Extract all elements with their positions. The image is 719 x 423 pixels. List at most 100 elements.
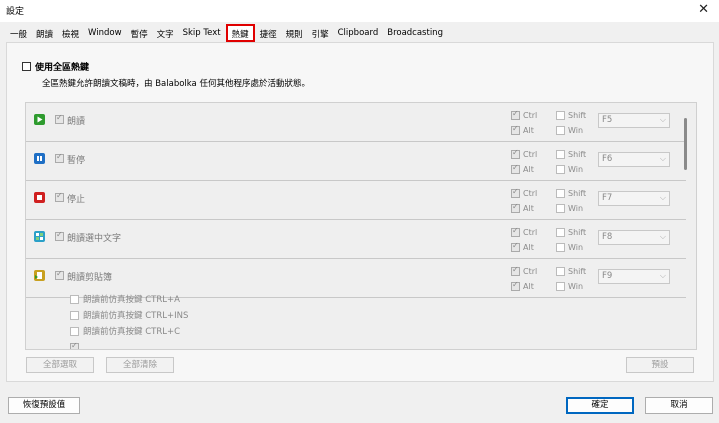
- ctrl-checkbox[interactable]: [511, 187, 520, 198]
- ctrl-modifier[interactable]: Ctrl: [511, 148, 537, 159]
- ctrl-checkbox[interactable]: [511, 109, 520, 120]
- hotkey-key-value: F9: [602, 271, 613, 281]
- default-key-button[interactable]: 預設: [626, 357, 694, 373]
- alt-checkbox[interactable]: [511, 202, 520, 213]
- clipboard-option-label: 朗讀前仿真按鍵 CTRL+A: [83, 295, 180, 305]
- ctrl-checkbox[interactable]: [511, 148, 520, 159]
- win-checkbox[interactable]: [556, 126, 565, 135]
- shift-modifier[interactable]: Shift: [556, 228, 586, 237]
- alt-checkbox[interactable]: [511, 124, 520, 135]
- ok-button[interactable]: 確定: [566, 397, 634, 414]
- clipboard-option-checkbox[interactable]: [70, 326, 79, 336]
- tab-2[interactable]: 檢視: [58, 25, 83, 42]
- title-bar: 設定 ✕: [0, 0, 719, 22]
- alt-modifier[interactable]: Alt: [511, 241, 534, 252]
- list-scrollbar-thumb[interactable]: [684, 118, 687, 170]
- hotkey-label: 停止: [67, 195, 86, 205]
- tab-10[interactable]: 引擎: [308, 25, 333, 42]
- hotkey-label: 朗讀: [67, 117, 86, 127]
- stop-icon: [34, 192, 45, 203]
- clipboard-option[interactable]: 朗讀前仿真按鍵 CTRL+A: [70, 293, 180, 305]
- hotkey-list: 朗讀 Ctrl Shift Alt Win F5 ⌵ 暫停 Ctrl Shift Alt Win F6 ⌵…: [25, 102, 697, 350]
- clipboard-option[interactable]: 朗讀前仿真按鍵 CTRL+INS: [70, 309, 188, 321]
- shift-modifier[interactable]: Shift: [556, 111, 586, 120]
- hotkey-enable-checkbox[interactable]: [55, 113, 64, 124]
- clipboard-option-checkbox[interactable]: [70, 341, 79, 349]
- tab-8[interactable]: 捷徑: [256, 25, 281, 42]
- global-hotkeys-label: 使用全區熱鍵: [35, 63, 90, 73]
- hotkey-row: 朗讀選中文字 Ctrl Shift Alt Win F8 ⌵: [26, 220, 686, 259]
- alt-label: Alt: [523, 165, 534, 174]
- tab-5[interactable]: 文字: [153, 25, 178, 42]
- shift-checkbox[interactable]: [556, 267, 565, 276]
- tab-1[interactable]: 朗讀: [32, 25, 57, 42]
- alt-modifier[interactable]: Alt: [511, 163, 534, 174]
- ctrl-checkbox[interactable]: [511, 265, 520, 276]
- hotkey-enable-checkbox[interactable]: [55, 269, 64, 280]
- ctrl-modifier[interactable]: Ctrl: [511, 109, 537, 120]
- alt-checkbox[interactable]: [511, 163, 520, 174]
- clipboard-option-checkbox[interactable]: [70, 294, 79, 304]
- tab-3[interactable]: Window: [84, 25, 126, 42]
- hotkey-key-value: F8: [602, 232, 613, 242]
- ctrl-modifier[interactable]: Ctrl: [511, 226, 537, 237]
- alt-checkbox[interactable]: [511, 280, 520, 291]
- chevron-down-icon: ⌵: [659, 193, 666, 202]
- clipboard-option-checkbox[interactable]: [70, 310, 79, 320]
- global-hotkeys-checkbox[interactable]: 使用全區熱鍵: [22, 60, 89, 73]
- close-icon[interactable]: ✕: [698, 2, 709, 17]
- read-selection-icon: [34, 231, 45, 242]
- win-modifier[interactable]: Win: [556, 126, 583, 135]
- tab-12[interactable]: Broadcasting: [383, 25, 447, 42]
- shift-checkbox[interactable]: [556, 228, 565, 237]
- shift-modifier[interactable]: Shift: [556, 267, 586, 276]
- clipboard-option-partial[interactable]: [70, 341, 79, 349]
- shift-modifier[interactable]: Shift: [556, 189, 586, 198]
- hotkey-enable-checkbox[interactable]: [55, 152, 64, 163]
- hotkey-key-select[interactable]: F6 ⌵: [598, 152, 670, 167]
- tab-9[interactable]: 規則: [282, 25, 307, 42]
- reset-defaults-button[interactable]: 恢復預設值: [8, 397, 80, 414]
- alt-modifier[interactable]: Alt: [511, 124, 534, 135]
- tab-11[interactable]: Clipboard: [334, 25, 383, 42]
- win-checkbox[interactable]: [556, 243, 565, 252]
- win-modifier[interactable]: Win: [556, 282, 583, 291]
- alt-modifier[interactable]: Alt: [511, 202, 534, 213]
- shift-modifier[interactable]: Shift: [556, 150, 586, 159]
- win-checkbox[interactable]: [556, 282, 565, 291]
- win-modifier[interactable]: Win: [556, 165, 583, 174]
- win-modifier[interactable]: Win: [556, 243, 583, 252]
- ctrl-modifier[interactable]: Ctrl: [511, 187, 537, 198]
- win-modifier[interactable]: Win: [556, 204, 583, 213]
- hotkey-key-select[interactable]: F5 ⌵: [598, 113, 670, 128]
- hotkey-enable-checkbox[interactable]: [55, 230, 64, 241]
- shift-checkbox[interactable]: [556, 111, 565, 120]
- clear-all-button[interactable]: 全部清除: [106, 357, 174, 373]
- hotkey-key-select[interactable]: F7 ⌵: [598, 191, 670, 206]
- tab-7[interactable]: 熱鍵: [225, 24, 255, 42]
- alt-checkbox[interactable]: [511, 241, 520, 252]
- ctrl-checkbox[interactable]: [511, 226, 520, 237]
- tab-0[interactable]: 一般: [6, 25, 31, 42]
- clipboard-option[interactable]: 朗讀前仿真按鍵 CTRL+C: [70, 325, 180, 337]
- cancel-button[interactable]: 取消: [645, 397, 713, 414]
- global-hotkeys-box[interactable]: [22, 62, 31, 71]
- hotkey-key-select[interactable]: F9 ⌵: [598, 269, 670, 284]
- hotkey-key-value: F5: [602, 115, 613, 125]
- win-label: Win: [568, 243, 584, 252]
- chevron-down-icon: ⌵: [659, 232, 666, 241]
- alt-modifier[interactable]: Alt: [511, 280, 534, 291]
- ctrl-modifier[interactable]: Ctrl: [511, 265, 537, 276]
- win-checkbox[interactable]: [556, 204, 565, 213]
- shift-checkbox[interactable]: [556, 189, 565, 198]
- shift-label: Shift: [568, 111, 587, 120]
- tab-4[interactable]: 暫停: [127, 25, 152, 42]
- shift-checkbox[interactable]: [556, 150, 565, 159]
- global-hotkeys-description: 全區熱鍵允許朗讀文稿時，由 Balabolka 任何其他程序處於活動狀態。: [42, 79, 310, 89]
- select-all-button[interactable]: 全部選取: [26, 357, 94, 373]
- hotkey-key-select[interactable]: F8 ⌵: [598, 230, 670, 245]
- tab-6[interactable]: Skip Text: [179, 25, 225, 42]
- win-checkbox[interactable]: [556, 165, 565, 174]
- chevron-down-icon: ⌵: [659, 154, 666, 163]
- hotkey-enable-checkbox[interactable]: [55, 191, 64, 202]
